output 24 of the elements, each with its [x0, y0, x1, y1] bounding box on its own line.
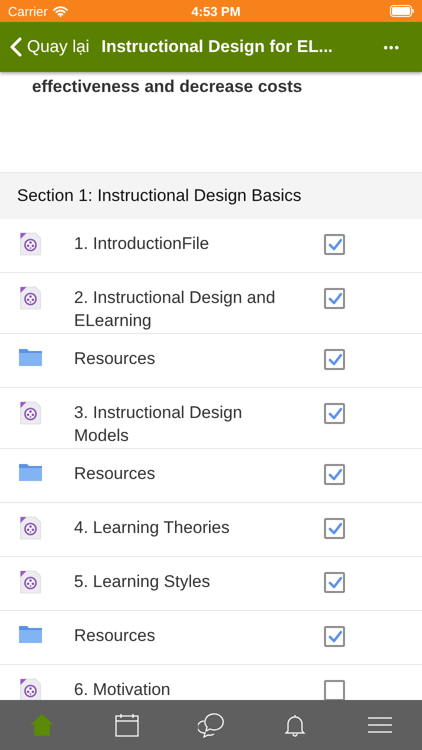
activity-title: 5. Learning Styles — [74, 571, 212, 593]
activity-row[interactable]: 1. IntroductionFile — [0, 219, 422, 273]
more-button[interactable]: ••• — [383, 40, 412, 54]
activity-title: 6. Motivation — [74, 679, 172, 700]
back-button[interactable]: Quay lại — [10, 37, 90, 57]
activity-title: 2. Instructional Design and ELearning — [74, 287, 276, 332]
activity-row[interactable]: Resources — [0, 611, 422, 665]
activity-title: 4. Learning Theories — [74, 517, 231, 539]
activity-row[interactable]: Resources — [0, 449, 422, 503]
section-title: Section 1: Instructional Design Basics — [17, 186, 302, 206]
activity-title: 1. IntroductionFile — [74, 233, 210, 255]
summary-text: effectiveness and decrease costs — [32, 77, 302, 96]
carrier-label: Carrier — [8, 4, 48, 18]
activity-title: Resources — [74, 348, 156, 370]
page-title: Instructional Design for EL... — [101, 37, 334, 57]
activity-row[interactable]: 3. Instructional Design Models — [0, 388, 422, 449]
activity-title: Resources — [74, 625, 156, 647]
activity-row[interactable]: 4. Learning Theories — [0, 503, 422, 557]
activity-title: Resources — [74, 463, 156, 485]
activity-row[interactable]: Resources — [0, 334, 422, 388]
activity-row[interactable]: 2. Instructional Design and ELearning — [0, 273, 422, 334]
status-time: 4:53 PM — [191, 4, 241, 18]
activity-title: 3. Instructional Design Models — [74, 402, 244, 447]
activity-row[interactable]: 5. Learning Styles — [0, 557, 422, 611]
